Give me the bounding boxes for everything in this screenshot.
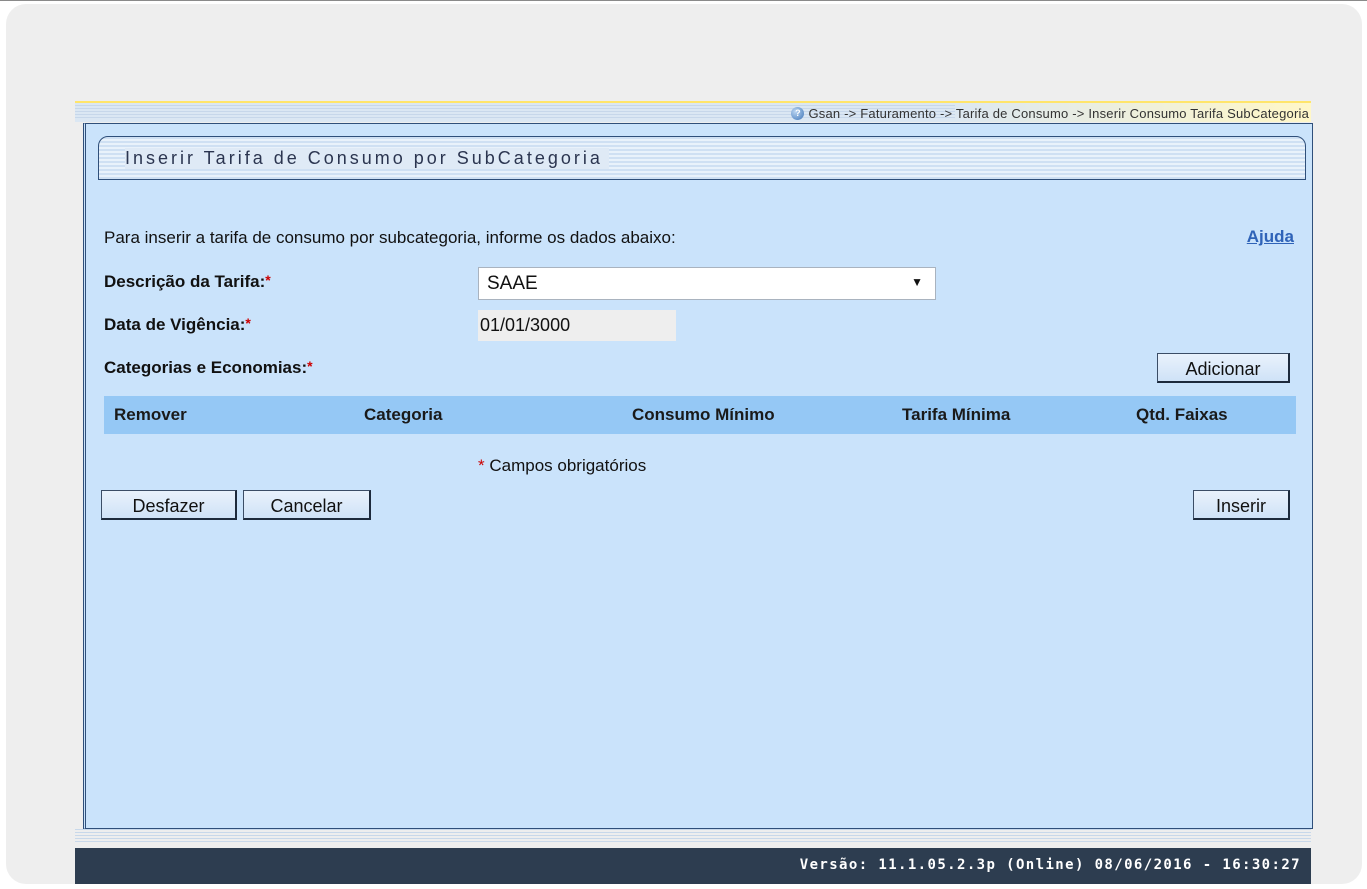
column-tarifa-minima: Tarifa Mínima [902, 405, 1011, 424]
version-text: Versão: 11.1.05.2.3p (Online) 08/06/2016… [799, 857, 1301, 873]
data-label-text: Data de Vigência: [104, 315, 246, 334]
column-qtd-faixas: Qtd. Faixas [1136, 405, 1228, 424]
descricao-select[interactable]: SAAE ▼ [478, 267, 936, 300]
data-label: Data de Vigência:* [104, 315, 251, 335]
required-note: * Campos obrigatórios [478, 456, 646, 476]
descricao-select-value: SAAE [487, 273, 538, 294]
categorias-label: Categorias e Economias:* [104, 358, 313, 378]
required-marker: * [307, 358, 313, 374]
descricao-label-text: Descrição da Tarifa: [104, 272, 266, 291]
breadcrumb-bar: ? Gsan -> Faturamento -> Tarifa de Consu… [75, 101, 1311, 122]
column-remover: Remover [114, 405, 187, 424]
page-frame: ? Gsan -> Faturamento -> Tarifa de Consu… [6, 4, 1362, 884]
breadcrumb-text[interactable]: Gsan -> Faturamento -> Tarifa de Consumo… [808, 106, 1309, 121]
version-footer: Versão: 11.1.05.2.3p (Online) 08/06/2016… [75, 848, 1311, 884]
required-marker: * [245, 315, 251, 331]
descricao-label: Descrição da Tarifa:* [104, 272, 271, 292]
page-title: Inserir Tarifa de Consumo por SubCategor… [125, 148, 609, 169]
data-vigencia-field[interactable]: 01/01/3000 [478, 310, 676, 341]
cancelar-button[interactable]: Cancelar [243, 490, 371, 520]
help-circle-icon[interactable]: ? [791, 107, 805, 120]
column-consumo-minimo: Consumo Mínimo [632, 405, 775, 424]
gsan-app: ? Gsan -> Faturamento -> Tarifa de Consu… [75, 101, 1313, 884]
title-box: Inserir Tarifa de Consumo por SubCategor… [98, 136, 1306, 180]
column-categoria: Categoria [364, 405, 443, 424]
main-panel: Inserir Tarifa de Consumo por SubCategor… [83, 123, 1313, 829]
categorias-table-header: Remover Categoria Consumo Mínimo Tarifa … [104, 396, 1296, 434]
desfazer-button[interactable]: Desfazer [101, 490, 237, 520]
adicionar-button[interactable]: Adicionar [1157, 353, 1290, 383]
inserir-button[interactable]: Inserir [1193, 490, 1290, 520]
chevron-down-icon: ▼ [911, 275, 923, 289]
required-marker: * [478, 456, 485, 475]
required-note-text: Campos obrigatórios [489, 456, 647, 475]
required-marker: * [265, 272, 271, 288]
footer-decor [75, 829, 1311, 844]
help-link[interactable]: Ajuda [1247, 227, 1294, 247]
breadcrumb: ? Gsan -> Faturamento -> Tarifa de Consu… [791, 106, 1309, 121]
categorias-label-text: Categorias e Economias: [104, 358, 308, 377]
instructions-text: Para inserir a tarifa de consumo por sub… [104, 228, 676, 247]
